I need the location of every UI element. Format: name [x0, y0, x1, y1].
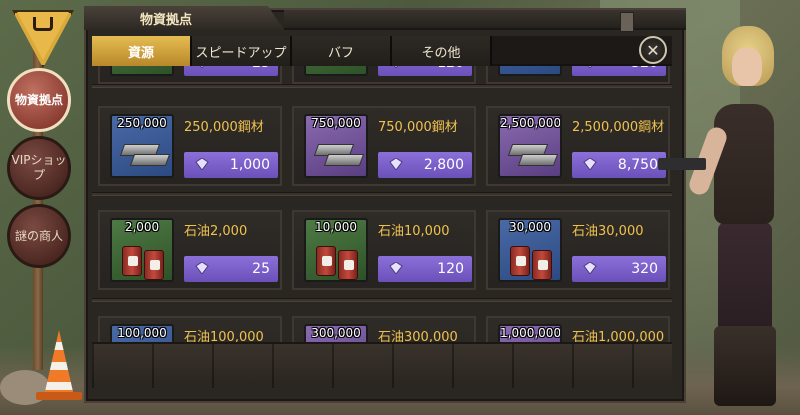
- oil-barrel-icon: 10,000: [304, 218, 368, 282]
- traffic-cone-base: [36, 392, 82, 400]
- price-button[interactable]: 120: [378, 66, 472, 76]
- gem-icon: [389, 262, 403, 274]
- item-name: 石油10,000: [378, 224, 450, 239]
- price-label: 2,800: [423, 157, 464, 173]
- row-divider: [92, 84, 672, 88]
- character-face: [732, 48, 762, 86]
- steel-ingot-icon: 750,000: [304, 114, 368, 178]
- item-name: 750,000鋼材: [378, 120, 458, 135]
- shop-item-card[interactable]: 2,000 石油2,000 25: [98, 210, 282, 290]
- price-label: 120: [437, 66, 464, 71]
- pistol-icon: [658, 158, 706, 170]
- nav-supply-base[interactable]: 物資拠点: [7, 68, 71, 132]
- item-quantity: 300,000: [311, 326, 361, 340]
- shop-item-card[interactable]: 2,500,000 2,500,000鋼材 8,750: [486, 106, 670, 186]
- price-button[interactable]: 320: [572, 66, 666, 76]
- oil-barrel-icon: 2,000: [110, 218, 174, 282]
- row-divider: [92, 298, 672, 302]
- panel-knob: [620, 12, 634, 32]
- item-quantity: 250,000: [117, 116, 167, 130]
- item-quantity: 100,000: [117, 326, 167, 340]
- gem-icon: [583, 158, 597, 170]
- cart-icon: [33, 17, 53, 31]
- nav-vip-shop[interactable]: VIPショップ: [7, 136, 71, 200]
- gem-icon: [195, 158, 209, 170]
- tab-other[interactable]: その他: [392, 36, 492, 66]
- price-button[interactable]: 320: [572, 256, 666, 282]
- item-quantity: 10,000: [315, 220, 357, 234]
- price-label: 25: [252, 261, 270, 277]
- item-row: 25 120 320: [92, 66, 672, 84]
- item-name: 石油2,000: [184, 224, 248, 239]
- price-label: 320: [631, 66, 658, 71]
- tab-speedup[interactable]: スピードアップ: [192, 36, 292, 66]
- gem-icon: [393, 66, 399, 68]
- price-label: 1,000: [229, 157, 270, 173]
- item-quantity: 2,000: [124, 220, 160, 234]
- price-label: 8,750: [617, 157, 658, 173]
- oil-barrel-icon: 30,000: [498, 218, 562, 282]
- tab-buff[interactable]: バフ: [292, 36, 392, 66]
- character-portrait: [658, 26, 800, 415]
- item-quantity: 2,500,000: [500, 116, 562, 130]
- panel-title: 物資拠点: [84, 6, 284, 30]
- gem-icon: [199, 66, 205, 68]
- item-name: 石油30,000: [572, 224, 644, 239]
- gem-icon: [195, 262, 209, 274]
- shop-item-card[interactable]: 320: [486, 66, 670, 84]
- steel-ingot-icon: 250,000: [110, 114, 174, 178]
- item-name: 2,500,000鋼材: [572, 120, 665, 135]
- price-button[interactable]: 120: [378, 256, 472, 282]
- item-thumbnail: [110, 66, 174, 76]
- price-button[interactable]: 1,000: [184, 152, 278, 178]
- tab-bar: 資源 スピードアップ バフ その他: [92, 36, 672, 66]
- shop-item-card[interactable]: 30,000 石油30,000 320: [486, 210, 670, 290]
- item-quantity: 750,000: [311, 116, 361, 130]
- steel-ingot-icon: 2,500,000: [498, 114, 562, 178]
- row-divider: [92, 192, 672, 196]
- price-button[interactable]: 2,800: [378, 152, 472, 178]
- item-row: 250,000 250,000鋼材 1,000 750,000 750,000鋼…: [92, 106, 672, 186]
- item-thumbnail: [498, 66, 562, 76]
- item-quantity: 1,000,000: [500, 326, 562, 340]
- price-button[interactable]: 25: [184, 256, 278, 282]
- price-label: 25: [252, 66, 270, 71]
- price-button[interactable]: 8,750: [572, 152, 666, 178]
- price-label: 120: [437, 261, 464, 277]
- character-torso: [714, 104, 774, 224]
- item-quantity: 30,000: [509, 220, 551, 234]
- shop-item-card[interactable]: 750,000 750,000鋼材 2,800: [292, 106, 476, 186]
- shop-item-card[interactable]: 10,000 石油10,000 120: [292, 210, 476, 290]
- shop-item-card[interactable]: 25: [98, 66, 282, 84]
- gem-icon: [389, 158, 403, 170]
- item-name: 250,000鋼材: [184, 120, 264, 135]
- item-row: 2,000 石油2,000 25 10,000 石油10,000 120 30,…: [92, 210, 672, 290]
- price-button[interactable]: 25: [184, 66, 278, 76]
- close-button[interactable]: ✕: [639, 36, 667, 64]
- panel-bottom-bricks: [92, 342, 672, 388]
- item-grid: 25 120 320 250,000 250,000鋼材: [92, 66, 672, 384]
- gem-icon: [583, 262, 597, 274]
- shop-item-card[interactable]: 120: [292, 66, 476, 84]
- shop-item-card[interactable]: 250,000 250,000鋼材 1,000: [98, 106, 282, 186]
- item-thumbnail: [304, 66, 368, 76]
- gem-icon: [587, 66, 593, 68]
- nav-mystery-merchant[interactable]: 謎の商人: [7, 204, 71, 268]
- tab-resources[interactable]: 資源: [92, 36, 192, 66]
- price-label: 320: [631, 261, 658, 277]
- character-boots: [714, 326, 776, 406]
